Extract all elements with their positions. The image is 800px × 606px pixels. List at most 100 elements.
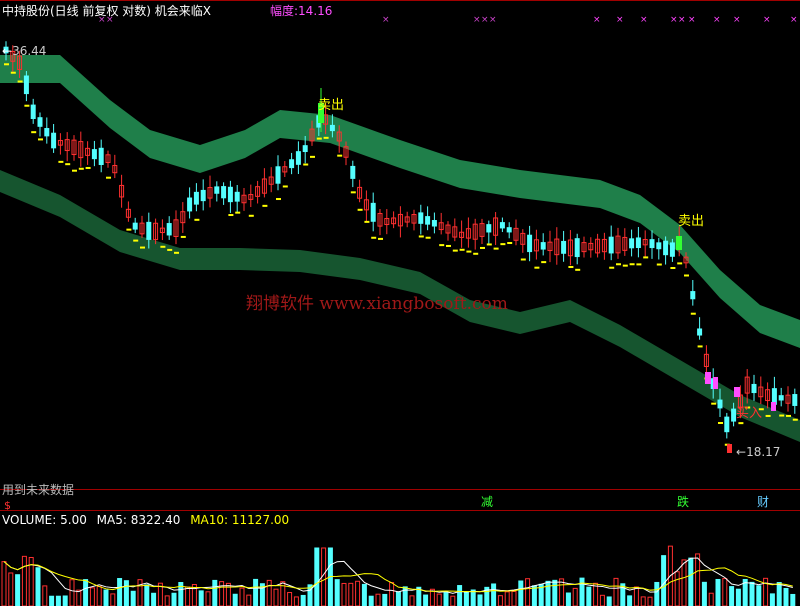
volume-bar [137,579,143,606]
low-tick [10,71,16,74]
low-tick [194,218,200,221]
volume-bar [776,582,782,606]
volume-bar [552,579,558,606]
low-tick [622,264,628,267]
low-tick [282,185,288,188]
volume-bar [729,586,735,606]
volume-bar [654,581,660,606]
low-tick [364,220,370,223]
volume-bar [518,580,524,606]
low-tick [357,208,363,211]
volume-bar [21,555,27,606]
low-tick [262,204,268,207]
volume-bar [15,574,21,606]
volume-bar [239,587,245,606]
candle-body [44,128,50,137]
high-price-label: ←36.44 [2,44,47,58]
low-tick [480,246,485,249]
low-tick [500,243,506,246]
volume-bar [409,595,415,606]
event-marker-fall[interactable]: 跌 [677,495,689,509]
volume-bar [423,594,429,606]
low-tick [58,160,64,163]
volume-bar [463,591,469,606]
volume-bar [769,593,775,606]
volume-bar [8,572,14,606]
candle-body [697,328,703,336]
candle-body [275,166,281,184]
panel-divider [0,489,800,490]
volume-bar [253,578,259,606]
low-tick [371,236,377,239]
candle-body [289,159,295,169]
low-tick [616,263,621,266]
future-data-notice: 用到未来数据 [2,483,75,497]
buy-signal-label: 买入 [736,406,763,421]
volume-bar [688,557,694,606]
candle-body [214,186,220,194]
volume-bar [49,595,55,606]
low-tick [126,228,132,231]
price-chart[interactable]: × × × × × × × × × × × × × × × × [0,0,800,490]
volume-bar [83,579,89,606]
low-tick [140,246,145,249]
volume-bar [756,585,762,606]
volume-bar [62,595,68,606]
volume-bar [42,585,48,606]
volume-bar [497,595,503,606]
volume-bar [715,578,721,606]
candle-body [431,220,437,227]
event-marker-reduce[interactable]: 减 [481,495,493,509]
candle-body [751,383,757,394]
low-tick [466,250,472,253]
candle-body [98,147,104,166]
event-marker-finance[interactable]: 财 [757,495,769,509]
low-tick [65,163,71,166]
candle-body [486,224,492,233]
low-tick [656,263,662,266]
candle-body [221,186,227,199]
buy-signal-candle [734,387,740,397]
low-tick [24,104,30,107]
low-tick [786,414,791,417]
volume-bar [185,586,191,606]
candle-body [629,238,635,249]
low-tick [677,262,683,265]
volume-bar [314,547,320,606]
low-tick [520,258,526,261]
low-tick [38,138,43,141]
volume-bar [287,592,293,606]
candle-body [30,104,36,120]
low-tick [738,422,744,425]
low-tick [133,239,139,242]
candle-body [37,117,43,127]
low-tick [85,166,91,169]
amplitude-readout: 幅度:14.16 [270,4,332,18]
low-tick [310,155,315,158]
volume-bar [76,589,82,606]
volume-bar [633,586,639,606]
low-tick [4,63,9,66]
volume-bar [674,571,680,606]
volume-bar [1,561,7,606]
ma10-line [3,561,793,593]
low-tick [493,247,499,250]
volume-bar [593,582,599,606]
low-tick [534,266,540,269]
volume-bar [212,579,218,606]
volume-bar [701,581,707,606]
sell-signal-candle-2 [676,236,682,250]
candle-body [506,227,512,233]
top-marker-x: × [790,15,798,25]
amplitude-value: 14.16 [298,4,333,18]
low-tick [718,421,723,424]
candle-body [690,291,696,300]
low-tick [609,266,615,269]
volume-bar [55,595,61,606]
volume-bar [341,582,347,606]
volume-bar [613,577,619,606]
volume-bar [382,593,388,606]
volume-chart[interactable] [0,512,800,606]
low-tick [180,235,186,238]
volume-bar [783,587,789,606]
